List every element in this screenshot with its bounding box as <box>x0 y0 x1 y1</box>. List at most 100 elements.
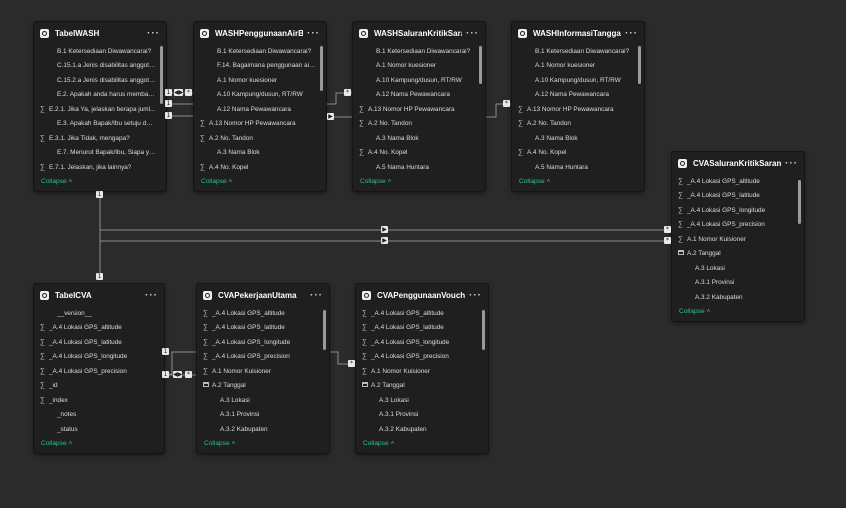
field-row[interactable]: ∑ A.4 No. Kopel <box>512 146 644 161</box>
field-row[interactable]: ∑ A.2 No. Tandon <box>353 117 485 132</box>
field-row[interactable]: ∑ _A.4 Lokasi GPS_altitude <box>356 306 488 321</box>
field-row[interactable]: ∑ _A.4 Lokasi GPS_latitude <box>356 321 488 336</box>
table-card-wash-saluran[interactable]: WASHSaluranKritikSaran ··· B.1 Ketersediaa… <box>353 22 485 191</box>
field-row[interactable]: F.14. Bagaimana penggunaan air ... <box>194 59 326 74</box>
field-row[interactable]: ∑ _A.4 Lokasi GPS_altitude <box>34 321 164 336</box>
field-row[interactable]: A.3 Nama Blok <box>194 146 326 161</box>
field-row[interactable]: ∑ A.1 Nomor Kuisioner <box>197 364 329 379</box>
table-card-cva-penggunaan[interactable]: CVAPenggunaanVoucher ··· ∑ _A.4 Lokasi GPS_… <box>356 284 488 453</box>
field-row[interactable]: A.12 Nama Pewawancara <box>512 88 644 103</box>
more-options-icon[interactable]: ··· <box>465 290 482 301</box>
field-row[interactable]: ∑ _A.4 Lokasi GPS_longitude <box>672 203 804 218</box>
field-row[interactable]: A.2 Tanggal <box>197 379 329 394</box>
card-header[interactable]: WASHInformasiTangga... ··· <box>512 22 644 44</box>
card-header[interactable]: CVAPenggunaanVoucher ··· <box>356 284 488 306</box>
field-row[interactable]: ∑ _A.4 Lokasi GPS_longitude <box>34 350 164 365</box>
filter-both-icon[interactable]: ◀▶ <box>173 371 182 378</box>
field-row[interactable]: A.3.1 Provinsi <box>356 408 488 423</box>
card-header[interactable]: CVASaluranKritikSaranFav··· <box>672 152 804 174</box>
field-row[interactable]: A.10 Kampung/dusun, RT/RW <box>194 88 326 103</box>
scrollbar[interactable] <box>798 180 801 224</box>
table-card-tabelcva[interactable]: TabelCVA ··· __version__ ∑ _A.4 Lokasi GPS_a… <box>34 284 164 453</box>
field-row[interactable]: ∑ E.3.1. Jika Tidak, mengapa? <box>34 131 166 146</box>
card-header[interactable]: TabelCVA ··· <box>34 284 164 306</box>
table-card-tabelwash[interactable]: TabelWASH ··· B.1 Ketersediaan Diwawancara… <box>34 22 166 191</box>
scrollbar[interactable] <box>482 310 485 350</box>
field-row[interactable]: ∑ _A.4 Lokasi GPS_precision <box>197 350 329 365</box>
field-row[interactable]: B.1 Ketersediaan Diwawancarai? <box>353 44 485 59</box>
field-row[interactable]: A.1 Nomor kuesioner <box>194 73 326 88</box>
field-row[interactable]: ∑ A.2 No. Tandon <box>512 117 644 132</box>
table-card-cva-pekerjaan[interactable]: CVAPekerjaanUtama ··· ∑ _A.4 Lokasi GPS_alt… <box>197 284 329 453</box>
filter-arrow-icon[interactable]: ▶ <box>327 113 334 120</box>
field-row[interactable]: A.1 Nomor kuesioner <box>353 59 485 74</box>
field-row[interactable]: _status <box>34 422 164 437</box>
card-header[interactable]: TabelWASH ··· <box>34 22 166 44</box>
collapse-button[interactable]: Collapse ˄ <box>34 175 166 191</box>
table-card-wash-informasi[interactable]: WASHInformasiTangga... ··· B.1 Ketersediaa… <box>512 22 644 191</box>
table-card-cva-saluran[interactable]: CVASaluranKritikSaranFav··· ∑ _A.4 Lokasi … <box>672 152 804 321</box>
field-row[interactable]: A.3.2 Kabupaten <box>356 422 488 437</box>
field-list[interactable]: ∑ _A.4 Lokasi GPS_altitude ∑ _A.4 Lokasi GP… <box>356 306 488 437</box>
field-row[interactable]: B.1 Ketersediaan Diwawancarai? <box>194 44 326 59</box>
field-row[interactable]: A.2 Tanggal <box>356 379 488 394</box>
more-options-icon[interactable]: ··· <box>303 28 320 39</box>
field-row[interactable]: A.12 Nama Pewawancara <box>353 88 485 103</box>
field-row[interactable]: A.3.2 Kabupaten <box>197 422 329 437</box>
field-row[interactable]: ∑ _index <box>34 393 164 408</box>
field-row[interactable]: A.1 Nomor kuesioner <box>512 59 644 74</box>
field-row[interactable]: A.2 Tanggal <box>672 247 804 262</box>
field-row[interactable]: A.5 Nama Huntara <box>512 160 644 175</box>
card-header[interactable]: CVAPekerjaanUtama ··· <box>197 284 329 306</box>
field-row[interactable]: ∑ A.4 No. Kopel <box>353 146 485 161</box>
scrollbar[interactable] <box>320 46 323 91</box>
field-row[interactable]: ∑ A.2 No. Tandon <box>194 131 326 146</box>
field-list[interactable]: B.1 Ketersediaan Diwawancarai? F.14. Baga… <box>194 44 326 175</box>
card-header[interactable]: WASHPenggunaanAirB... ··· <box>194 22 326 44</box>
more-options-icon[interactable]: ··· <box>143 28 160 39</box>
field-row[interactable]: ∑ A.13 Nomor HP Pewawancara <box>512 102 644 117</box>
scrollbar[interactable] <box>479 46 482 84</box>
field-row[interactable]: A.12 Nama Pewawancara <box>194 102 326 117</box>
field-row[interactable]: ∑ _id <box>34 379 164 394</box>
field-row[interactable]: ∑ A.1 Nomor Kuisioner <box>672 232 804 247</box>
field-list[interactable]: ∑ _A.4 Lokasi GPS_altitude ∑ _A.4 Lokasi GP… <box>197 306 329 437</box>
collapse-button[interactable]: Collapse ˄ <box>34 437 164 453</box>
more-options-icon[interactable]: ··· <box>462 28 479 39</box>
field-row[interactable]: B.1 Ketersediaan Diwawancarai? <box>512 44 644 59</box>
scrollbar[interactable] <box>160 46 163 104</box>
field-row[interactable]: A.10 Kampung/dusun, RT/RW <box>353 73 485 88</box>
field-row[interactable]: ∑ _A.4 Lokasi GPS_precision <box>356 350 488 365</box>
card-header[interactable]: WASHSaluranKritikSaran ··· <box>353 22 485 44</box>
collapse-button[interactable]: Collapse ˄ <box>672 305 804 321</box>
field-row[interactable]: ∑ _A.4 Lokasi GPS_latitude <box>197 321 329 336</box>
field-row[interactable]: _notes <box>34 408 164 423</box>
field-row[interactable]: E.3. Apakah Bapak/Ibu setuju den... <box>34 117 166 132</box>
field-list[interactable]: ∑ _A.4 Lokasi GPS_altitude ∑ _A.4 Lokasi GP… <box>672 174 804 305</box>
field-list[interactable]: __version__ ∑ _A.4 Lokasi GPS_altitude ∑ _A.… <box>34 306 164 437</box>
filter-arrow-icon[interactable]: ▶ <box>381 226 388 233</box>
field-row[interactable]: ∑ _A.4 Lokasi GPS_altitude <box>672 174 804 189</box>
more-options-icon[interactable]: ··· <box>141 290 158 301</box>
field-row[interactable]: A.3 Nama Blok <box>353 131 485 146</box>
scrollbar[interactable] <box>323 310 326 350</box>
more-options-icon[interactable]: ··· <box>621 28 638 39</box>
filter-arrow-icon[interactable]: ▶ <box>381 237 388 244</box>
table-card-wash-penggunaan[interactable]: WASHPenggunaanAirB... ··· B.1 Ketersediaan… <box>194 22 326 191</box>
field-row[interactable]: A.3 Lokasi <box>197 393 329 408</box>
field-row[interactable]: B.1 Ketersediaan Diwawancarai? <box>34 44 166 59</box>
more-options-icon[interactable]: ··· <box>781 158 798 169</box>
scrollbar[interactable] <box>638 46 641 84</box>
collapse-button[interactable]: Collapse ˄ <box>512 175 644 191</box>
field-row[interactable]: ∑ _A.4 Lokasi GPS_latitude <box>672 189 804 204</box>
field-row[interactable]: E.2. Apakah anda harus membaya... <box>34 88 166 103</box>
field-row[interactable]: ∑ A.13 Nomor HP Pewawancara <box>194 117 326 132</box>
filter-both-icon[interactable]: ◀▶ <box>174 89 183 96</box>
relationship-line[interactable] <box>99 190 672 242</box>
field-row[interactable]: A.3 Nama Blok <box>512 131 644 146</box>
field-row[interactable]: ∑ _A.4 Lokasi GPS_altitude <box>197 306 329 321</box>
more-options-icon[interactable]: ··· <box>306 290 323 301</box>
field-row[interactable]: __version__ <box>34 306 164 321</box>
field-row[interactable]: A.3.1 Provinsi <box>672 276 804 291</box>
relationship-line[interactable] <box>99 190 672 231</box>
